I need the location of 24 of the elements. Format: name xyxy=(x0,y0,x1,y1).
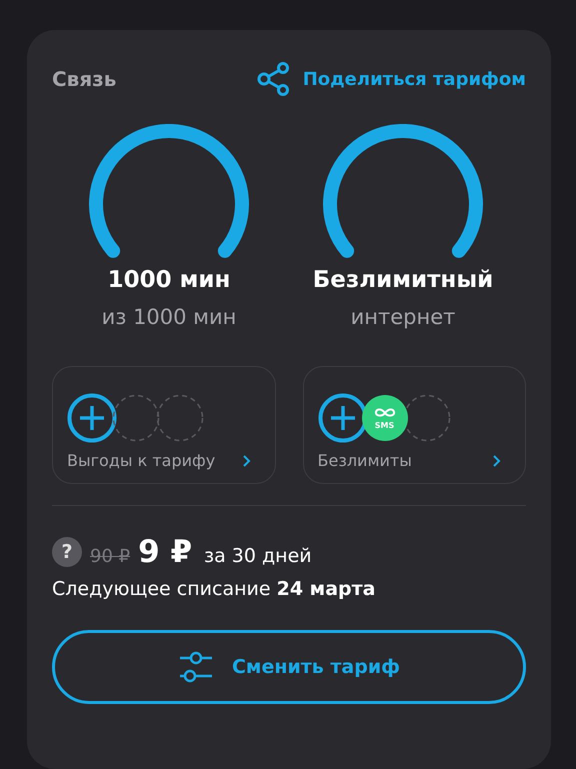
new-price: 9 ₽ xyxy=(138,534,192,570)
plus-icon[interactable] xyxy=(67,393,117,443)
price-period: за 30 дней xyxy=(204,545,312,567)
share-icon xyxy=(256,62,291,96)
gauge-caption: из 1000 мин xyxy=(102,305,236,329)
old-price: 90 ₽ xyxy=(90,546,130,567)
sms-badge: SMS xyxy=(362,395,408,441)
section-title: Связь xyxy=(52,67,116,91)
plus-icon[interactable] xyxy=(318,393,368,443)
next-charge-text: Следующее списание 24 марта xyxy=(52,578,376,600)
empty-slot-icon xyxy=(155,393,205,443)
gauge-value: 1000 мин xyxy=(108,267,230,293)
chevron-icon xyxy=(492,454,501,468)
tile-card[interactable]: SMS Безлимиты xyxy=(302,366,526,484)
gauge-caption: интернет xyxy=(350,305,456,329)
change-tariff-button[interactable]: Сменить тариф xyxy=(52,630,526,704)
share-link[interactable]: Поделиться тарифом xyxy=(256,62,526,96)
gauge-value: Безлимитный xyxy=(312,267,494,293)
help-button[interactable]: ? xyxy=(52,537,82,567)
tile-label: Безлимиты xyxy=(318,451,412,470)
sliders-icon xyxy=(178,650,214,684)
chevron-icon xyxy=(242,454,250,468)
tile-label: Выгоды к тарифу xyxy=(67,451,216,470)
tile-card[interactable]: Выгоды к тарифу xyxy=(52,366,276,484)
